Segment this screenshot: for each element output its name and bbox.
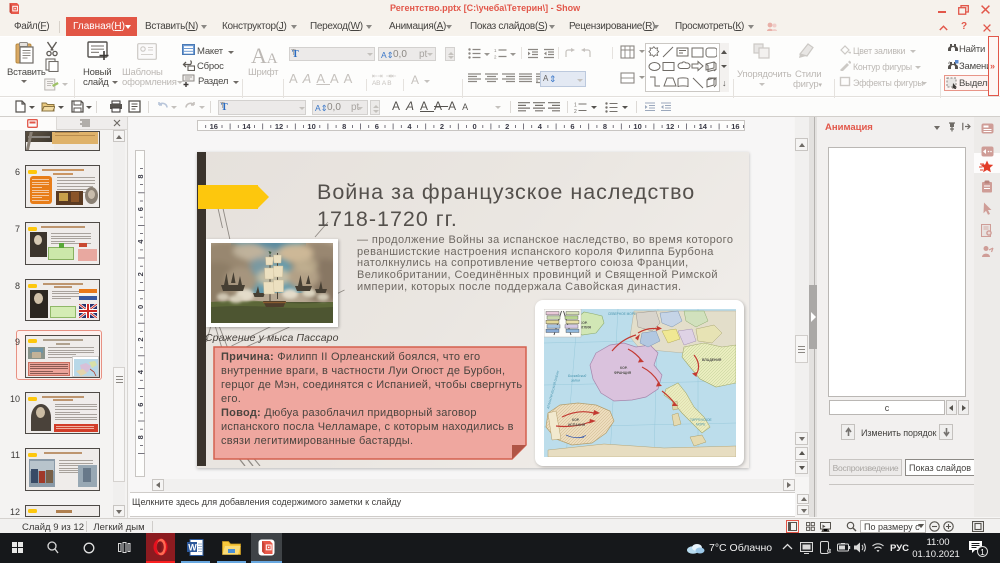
svg-text:6: 6 <box>136 207 145 211</box>
svg-text:2: 2 <box>494 55 497 60</box>
svg-text:6: 6 <box>375 122 379 131</box>
svg-text:8: 8 <box>136 174 145 178</box>
svg-text:10: 10 <box>307 122 315 131</box>
svg-text:2: 2 <box>136 337 145 341</box>
svg-text:2: 2 <box>136 272 145 276</box>
svg-text:14: 14 <box>242 122 251 131</box>
svg-text:0: 0 <box>136 305 145 309</box>
svg-text:12: 12 <box>666 122 674 131</box>
svg-text:12: 12 <box>275 122 283 131</box>
svg-text:4: 4 <box>407 122 412 131</box>
svg-text:8: 8 <box>603 122 607 131</box>
svg-text:4: 4 <box>538 122 543 131</box>
svg-text:0: 0 <box>473 122 477 131</box>
svg-text:8: 8 <box>136 435 145 439</box>
svg-text:W: W <box>188 543 197 553</box>
svg-text:4: 4 <box>136 239 145 244</box>
svg-text:1: 1 <box>574 103 577 109</box>
svg-text:16: 16 <box>210 122 218 131</box>
svg-text:14: 14 <box>699 122 708 131</box>
svg-text:A: A <box>948 60 951 65</box>
svg-text:6: 6 <box>570 122 574 131</box>
svg-text:10: 10 <box>633 122 641 131</box>
svg-text:8: 8 <box>342 122 346 131</box>
svg-text:6: 6 <box>136 403 145 407</box>
svg-text:2: 2 <box>505 122 509 131</box>
svg-text:4: 4 <box>136 369 145 374</box>
svg-text:2: 2 <box>574 109 577 113</box>
svg-text:16: 16 <box>731 122 739 131</box>
svg-text:1: 1 <box>494 48 497 53</box>
svg-text:2: 2 <box>440 122 444 131</box>
